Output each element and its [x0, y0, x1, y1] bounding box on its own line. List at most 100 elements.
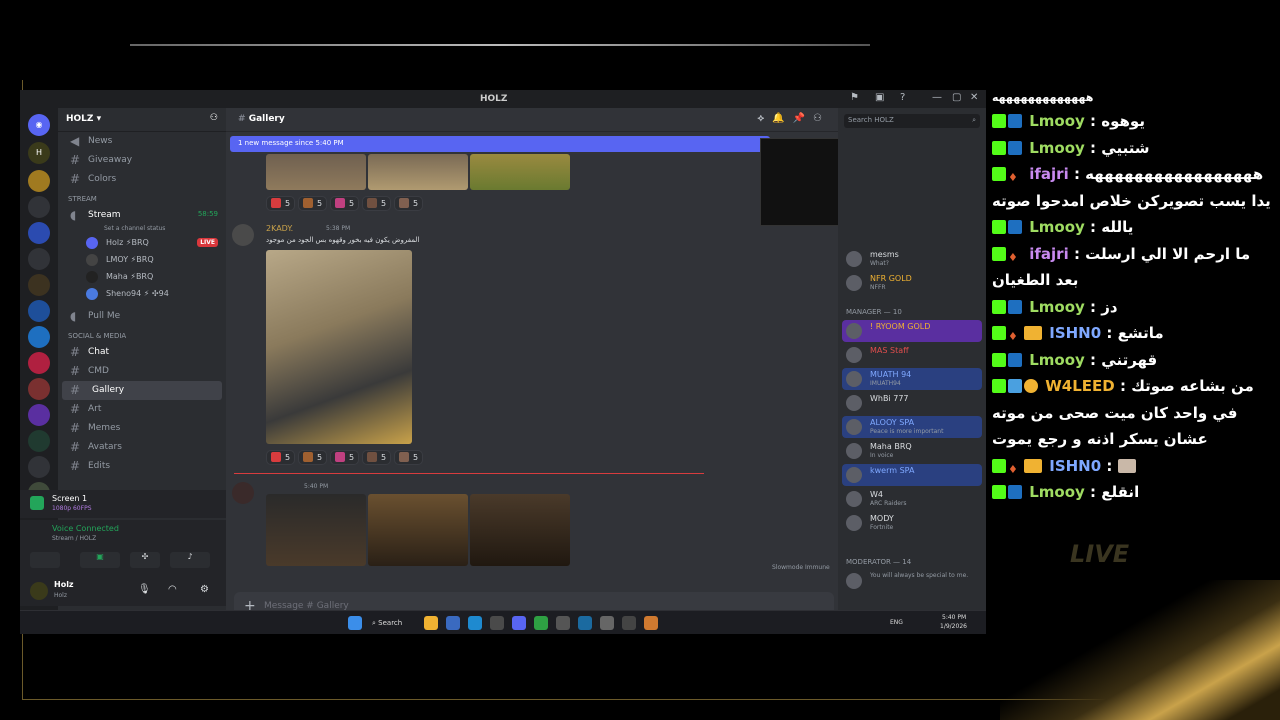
avatar[interactable]	[232, 224, 254, 246]
app-icon[interactable]	[600, 616, 614, 630]
maximize-button[interactable]: ▢	[952, 92, 961, 103]
channel-news[interactable]: ◀ News	[58, 132, 226, 151]
message-author[interactable]: 2KADY.	[266, 224, 293, 233]
home-icon[interactable]: ◉	[28, 114, 50, 136]
reaction[interactable]: 5	[362, 450, 392, 465]
member-item[interactable]: MUATH 94 IMUATH94	[842, 368, 982, 390]
server-icon[interactable]	[28, 248, 50, 270]
mic-icon[interactable]: 🎙	[138, 584, 151, 595]
member-item[interactable]: W4 ARC Raiders	[842, 488, 982, 510]
header-icons[interactable]: ⟡🔔📌⚇	[758, 113, 830, 124]
discord-icon[interactable]	[512, 616, 526, 630]
screenshare-icon[interactable]: ▣	[80, 552, 120, 568]
server-icon[interactable]	[28, 274, 50, 296]
screen-share-panel[interactable]: Screen 1 1080p 60FPS	[20, 490, 226, 518]
member-item[interactable]: ! RYOOM GOLD	[842, 320, 982, 342]
reaction[interactable]: 5	[362, 196, 392, 211]
channel-edits[interactable]: # Edits	[58, 457, 226, 476]
close-button[interactable]: ✕	[970, 92, 978, 103]
soundboard-icon[interactable]: ♪	[170, 552, 210, 568]
voice-user[interactable]: Sheno94 ⚡ ✣94	[58, 286, 226, 303]
server-holz-icon[interactable]: H	[28, 142, 50, 164]
windows-start-icon[interactable]	[348, 616, 362, 630]
member-item[interactable]: WhBi 777	[842, 392, 982, 414]
member-item[interactable]: You will always be special to me.	[842, 570, 982, 592]
channel-memes[interactable]: # Memes	[58, 419, 226, 438]
member-item[interactable]: Maha BRQ In voice	[842, 440, 982, 462]
gallery-image[interactable]	[368, 154, 468, 190]
voice-user[interactable]: Maha ⚡BRQ	[58, 269, 226, 286]
gallery-image[interactable]	[266, 494, 366, 566]
channel-art[interactable]: # Art	[58, 400, 226, 419]
server-icon[interactable]	[28, 170, 50, 192]
server-icon[interactable]	[28, 352, 50, 374]
inbox-icon[interactable]: ▣	[875, 92, 884, 103]
member-item[interactable]: MAS Staff	[842, 344, 982, 366]
gallery-image[interactable]	[266, 250, 412, 444]
reaction[interactable]: 5	[330, 450, 360, 465]
minimize-button[interactable]: —	[932, 92, 942, 103]
gallery-image[interactable]	[368, 494, 468, 566]
server-icon[interactable]	[28, 222, 50, 244]
reaction[interactable]: 5	[330, 196, 360, 211]
channel-status[interactable]: Set a channel status	[58, 225, 226, 235]
app-icon[interactable]	[644, 616, 658, 630]
app-icon[interactable]	[556, 616, 570, 630]
app-icon[interactable]	[446, 616, 460, 630]
server-icon[interactable]	[28, 326, 50, 348]
reaction[interactable]: 5	[298, 450, 328, 465]
reaction[interactable]: 5	[298, 196, 328, 211]
channel-chat[interactable]: # Chat	[58, 343, 226, 362]
gallery-image[interactable]	[470, 154, 570, 190]
voice-channel-stream[interactable]: ◖ Stream 58:59	[58, 206, 226, 225]
new-messages-banner[interactable]: 1 new message since 5:40 PM	[230, 136, 770, 152]
channel-giveaway[interactable]: # Giveaway	[58, 151, 226, 170]
reaction[interactable]: 5	[266, 450, 296, 465]
server-header[interactable]: HOLZ ▾ ⚇	[58, 108, 226, 132]
gallery-image[interactable]	[470, 494, 570, 566]
search-input[interactable]: Search HOLZ ⌕	[844, 114, 980, 128]
headphones-icon[interactable]: ◠	[168, 584, 177, 595]
help-icon[interactable]: ?	[900, 92, 905, 103]
server-icon[interactable]	[28, 404, 50, 426]
member-item[interactable]: kwerm SPA	[842, 464, 982, 486]
category-stream[interactable]: STREAM	[58, 189, 226, 206]
app-icon[interactable]	[622, 616, 636, 630]
member-item[interactable]: MODY Fortnite	[842, 512, 982, 534]
folder-icon[interactable]	[424, 616, 438, 630]
reaction[interactable]: 5	[394, 196, 424, 211]
voice-channel-pull-me[interactable]: ◖ Pull Me	[58, 307, 226, 326]
server-icon[interactable]	[28, 196, 50, 218]
server-icon[interactable]	[28, 430, 50, 452]
server-icon[interactable]	[28, 456, 50, 478]
channel-cmd[interactable]: # CMD	[58, 362, 226, 381]
app-icon[interactable]	[490, 616, 504, 630]
noise-icon[interactable]	[30, 552, 60, 568]
edge-icon[interactable]	[468, 616, 482, 630]
reaction[interactable]: 5	[266, 196, 296, 211]
taskbar-search[interactable]: ⌕ Search	[372, 616, 414, 630]
chrome-icon[interactable]	[534, 616, 548, 630]
add-member-icon[interactable]: ⚇	[210, 113, 218, 123]
activity-icon[interactable]: ✣	[130, 552, 160, 568]
category-social-media[interactable]: SOCIAL & MEDIA	[58, 326, 226, 343]
steam-icon[interactable]	[578, 616, 592, 630]
reaction[interactable]: 5	[394, 450, 424, 465]
language-indicator[interactable]: ENG	[890, 619, 903, 626]
voice-location[interactable]: Stream / HOLZ	[52, 535, 96, 542]
member-item[interactable]: ALOOY SPA Peace is more important	[842, 416, 982, 438]
clock-time[interactable]: 5:40 PM	[942, 614, 966, 621]
member-item[interactable]: mesms What?	[842, 248, 982, 270]
channel-gallery[interactable]: # Gallery	[62, 381, 222, 400]
avatar[interactable]	[30, 582, 48, 600]
gallery-image[interactable]	[266, 154, 366, 190]
avatar[interactable]	[232, 482, 254, 504]
server-icon[interactable]	[28, 300, 50, 322]
gear-icon[interactable]: ⚙	[200, 584, 209, 595]
voice-user[interactable]: Holz ⚡BRQ LIVE	[58, 235, 226, 252]
member-item[interactable]: NFR GOLD NFFR	[842, 272, 982, 294]
pin-icon[interactable]: ⚑	[850, 92, 859, 103]
server-icon[interactable]	[28, 378, 50, 400]
channel-avatars[interactable]: # Avatars	[58, 438, 226, 457]
channel-colors[interactable]: # Colors	[58, 170, 226, 189]
